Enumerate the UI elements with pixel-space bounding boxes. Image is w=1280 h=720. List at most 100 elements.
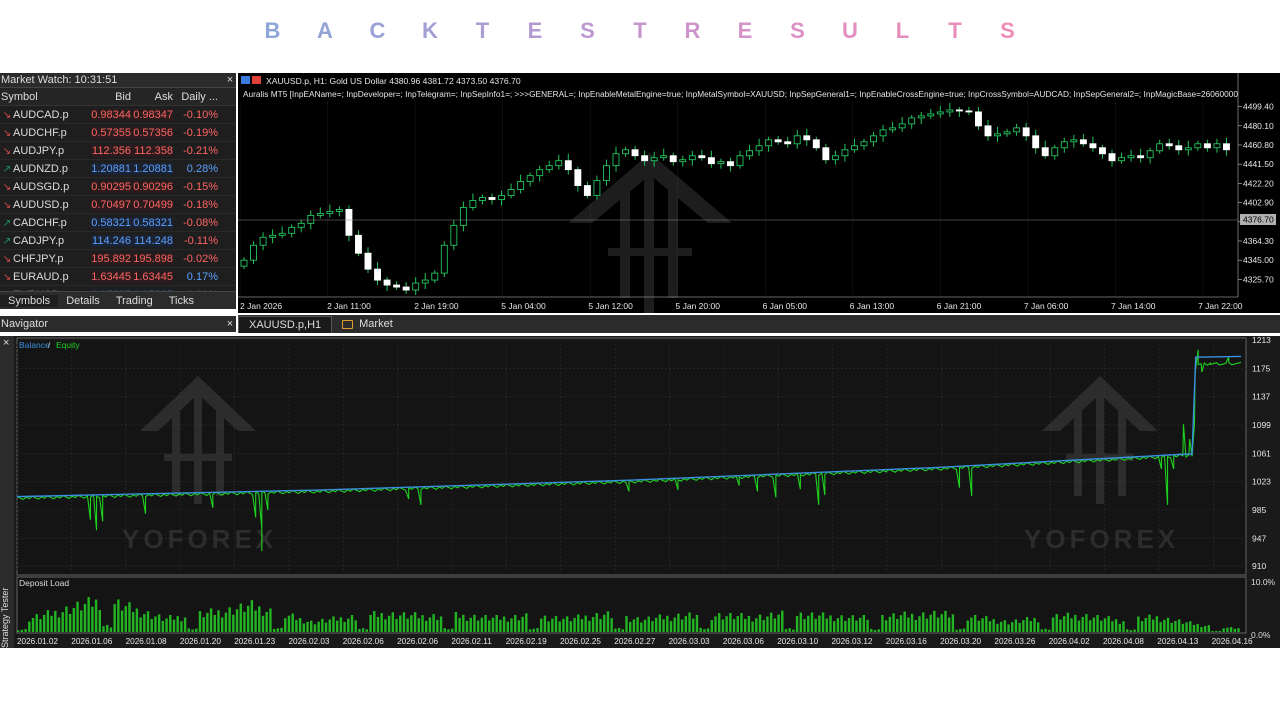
deposit-load-bar bbox=[417, 618, 420, 632]
tab-xauusd-h1[interactable]: XAUUSD.p,H1 bbox=[238, 315, 333, 333]
candle-body bbox=[583, 185, 591, 196]
deposit-load-bar bbox=[510, 618, 513, 632]
deposit-load-bar bbox=[165, 618, 168, 632]
deposit-load-bar bbox=[955, 629, 958, 632]
deposit-load-bar bbox=[910, 613, 914, 632]
candle-body bbox=[574, 169, 582, 187]
candle-body bbox=[278, 232, 286, 236]
svg-text:YOFOREX: YOFOREX bbox=[122, 524, 277, 554]
deposit-load-bar bbox=[1218, 630, 1222, 632]
market-watch-close-icon[interactable]: × bbox=[224, 74, 236, 86]
deposit-load-bar bbox=[458, 617, 461, 632]
tab-details[interactable]: Details bbox=[58, 295, 108, 307]
deposit-load-bar bbox=[1022, 620, 1025, 632]
y-tick-label: 4345.00 bbox=[1243, 255, 1274, 265]
deposit-load-bar bbox=[621, 629, 624, 632]
candle-body bbox=[774, 139, 782, 143]
tab-symbols[interactable]: Symbols bbox=[0, 295, 59, 307]
title-letter: L bbox=[895, 18, 910, 43]
deposit-load-bar bbox=[595, 613, 599, 632]
market-watch-header: Market Watch: 10:31:51 × bbox=[0, 73, 236, 88]
x-tick-label: 6 Jan 21:00 bbox=[937, 301, 982, 311]
market-watch-row[interactable]: ↘ AUDJPY.p 112.356 112.358 -0.21% bbox=[0, 142, 236, 160]
market-watch-row[interactable]: ↘ AUDCAD.p 0.98344 0.98347 -0.10% bbox=[0, 106, 236, 124]
bid-price: 1.63445 bbox=[91, 270, 131, 283]
deposit-load-bar bbox=[224, 612, 228, 632]
market-watch-row[interactable]: ↘ AUDUSD.p 0.70497 0.70499 -0.18% bbox=[0, 196, 236, 214]
deposit-load-bar bbox=[1196, 623, 1199, 632]
deposit-load-bar bbox=[476, 620, 480, 632]
deposit-load-bar bbox=[76, 601, 79, 632]
market-watch-row[interactable]: ↘ AUDSGD.p 0.90295 0.90296 -0.15% bbox=[0, 178, 236, 196]
deposit-load-bar bbox=[258, 606, 261, 632]
deposit-load-bar bbox=[925, 618, 929, 632]
deposit-load-bar bbox=[966, 620, 969, 632]
column-ask[interactable]: Ask bbox=[131, 91, 173, 103]
deposit-load-bar bbox=[755, 618, 758, 632]
candle-body bbox=[612, 153, 620, 167]
deposit-load-bar bbox=[221, 617, 224, 632]
deposit-load-bar bbox=[1233, 628, 1236, 632]
deposit-load-bar bbox=[465, 620, 469, 632]
deposit-load-bar bbox=[339, 617, 343, 632]
tester-close-icon[interactable]: × bbox=[3, 337, 9, 349]
strategy-tester-graph[interactable]: × Strategy Tester YOFOREX YOFOREX Balanc… bbox=[0, 336, 1280, 648]
deposit-load-bar bbox=[914, 619, 917, 632]
navigator-close-icon[interactable]: × bbox=[224, 318, 236, 330]
deposit-load-bar bbox=[662, 619, 665, 632]
deposit-load-bar bbox=[428, 617, 432, 632]
column-bid[interactable]: Bid bbox=[91, 91, 131, 103]
deposit-load-bar bbox=[736, 616, 739, 632]
market-watch-row[interactable]: ↗ CADJPY.p 114.246 114.248 -0.11% bbox=[0, 232, 236, 250]
deposit-load-bar bbox=[714, 616, 717, 632]
deposit-load-bar bbox=[643, 619, 647, 632]
deposit-load-bar bbox=[24, 629, 27, 632]
deposit-load-bar bbox=[495, 614, 498, 632]
tab-market[interactable]: Market bbox=[332, 316, 403, 332]
deposit-load-bar bbox=[35, 614, 38, 632]
deposit-load-bar bbox=[1074, 614, 1077, 632]
daily-change: -0.11% bbox=[183, 234, 218, 247]
deposit-load-bar bbox=[57, 617, 61, 632]
candle-body bbox=[1146, 150, 1154, 159]
market-watch-row[interactable]: ↘ EURAUD.p 1.63445 1.63445 0.17% bbox=[0, 268, 236, 286]
ask-price: 0.98347 bbox=[131, 108, 173, 121]
deposit-load-bar bbox=[625, 616, 628, 632]
deposit-load-bar bbox=[803, 619, 806, 632]
symbol-name: AUDJPY.p bbox=[13, 144, 65, 157]
deposit-load-bar bbox=[139, 617, 142, 632]
deposit-load-bar bbox=[421, 615, 424, 632]
title-letter: C bbox=[369, 18, 386, 43]
deposit-load-bar bbox=[439, 616, 443, 632]
deposit-load-bar bbox=[209, 608, 213, 632]
deposit-load-bar bbox=[591, 617, 595, 632]
deposit-load-bar bbox=[528, 629, 532, 632]
deposit-load-bar bbox=[302, 623, 305, 632]
candle-body bbox=[841, 149, 849, 157]
deposit-load-bar bbox=[169, 615, 172, 632]
deposit-load-bar bbox=[306, 621, 309, 632]
deposit-load-bar bbox=[425, 620, 428, 632]
tab-trading[interactable]: Trading bbox=[108, 295, 161, 307]
y-tick-label: 4480.10 bbox=[1243, 121, 1274, 131]
candle-body bbox=[297, 222, 305, 228]
price-chart-y-axis: 4499.40 4480.10 4460.80 4441.50 4422.20 4402.… bbox=[1237, 73, 1274, 297]
deposit-load-bar bbox=[881, 614, 884, 632]
market-watch-row[interactable]: ↘ AUDCHF.p 0.57355 0.57356 -0.19% bbox=[0, 124, 236, 142]
deposit-load-bar bbox=[447, 629, 450, 632]
tab-ticks[interactable]: Ticks bbox=[161, 295, 202, 307]
column-symbol[interactable]: Symbol bbox=[0, 91, 91, 103]
price-chart[interactable]: XAUUSD.p, H1: Gold US Dollar 4380.96 438… bbox=[238, 73, 1280, 313]
deposit-load-bar bbox=[1037, 622, 1040, 632]
column-daily-change[interactable]: Daily ... bbox=[173, 91, 218, 103]
candle-body bbox=[698, 155, 706, 159]
deposit-load-bar bbox=[491, 617, 495, 632]
deposit-load-bar bbox=[1237, 628, 1240, 632]
candle-body bbox=[1089, 143, 1097, 149]
bid-price: 0.57355 bbox=[91, 126, 131, 139]
deposit-load-bar bbox=[640, 622, 643, 632]
market-watch-row[interactable]: ↘ CHFJPY.p 195.892 195.898 -0.02% bbox=[0, 250, 236, 268]
market-watch-row[interactable]: ↗ CADCHF.p 0.58321 0.58321 -0.08% bbox=[0, 214, 236, 232]
daily-change: -0.18% bbox=[183, 198, 218, 211]
market-watch-row[interactable]: ↗ AUDNZD.p 1.20881 1.20881 0.28% bbox=[0, 160, 236, 178]
